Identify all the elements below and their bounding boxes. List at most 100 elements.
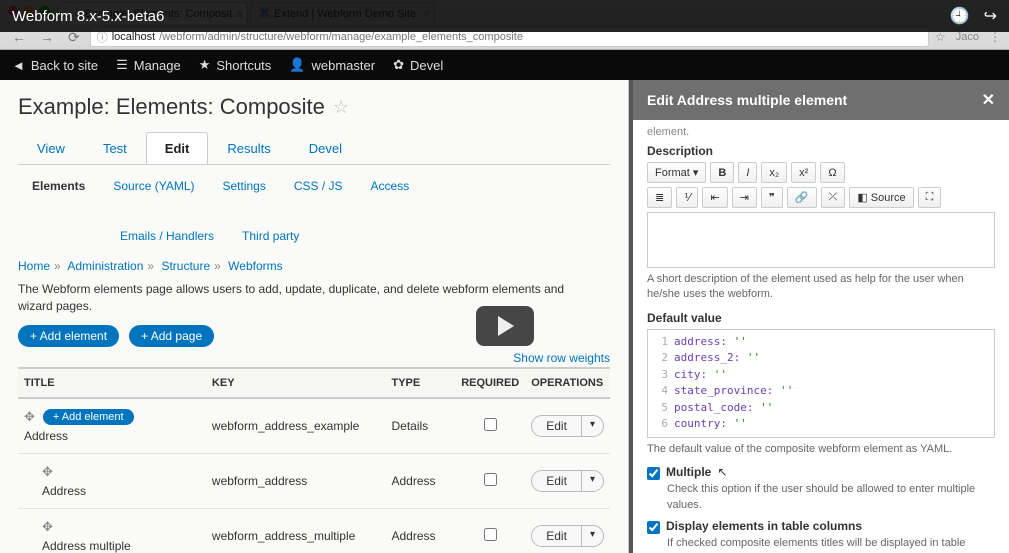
bookmark-star-icon[interactable]: ☆ [935, 30, 946, 44]
elements-table: TITLE KEY TYPE REQUIRED OPERATIONS ✥+ Ad… [18, 367, 610, 553]
breadcrumb-link[interactable]: Structure [161, 259, 210, 273]
primary-tabs: View Test Edit Results Devel [18, 132, 610, 165]
row-type: Address [385, 453, 455, 508]
ck-maximize-icon[interactable]: ⛶ [918, 187, 942, 208]
required-checkbox[interactable] [484, 473, 497, 486]
description-help: A short description of the element used … [647, 272, 995, 303]
subtab-third-party[interactable]: Third party [242, 229, 299, 243]
play-icon [498, 316, 514, 336]
arrow-left-icon: ◄ [12, 58, 25, 73]
ck-number-list-icon[interactable]: ⅟ [676, 187, 698, 208]
description-textarea[interactable] [647, 212, 995, 268]
add-child-element-button[interactable]: + Add element [43, 409, 134, 425]
ck-indent-icon[interactable]: ⇥ [732, 187, 757, 208]
toolbar-manage[interactable]: ☰Manage [116, 57, 181, 73]
url-host: localhost [112, 31, 155, 43]
watch-later-icon[interactable]: 🕘 [950, 6, 970, 26]
ck-source-button[interactable]: ◧ Source [849, 187, 913, 208]
main-content: Example: Elements: Composite ☆ View Test… [0, 80, 629, 553]
ck-format-dropdown[interactable]: Format ▾ [647, 162, 706, 183]
ck-italic-icon[interactable]: I [738, 162, 757, 183]
toolbar-devel[interactable]: ✿Devel [393, 57, 443, 73]
default-value-label: Default value [647, 311, 995, 325]
edit-button[interactable]: Edit [532, 471, 582, 491]
subtab-emails-handlers[interactable]: Emails / Handlers [120, 229, 214, 243]
drag-handle-icon[interactable]: ✥ [24, 409, 35, 425]
ck-outdent-icon[interactable]: ⇤ [702, 187, 727, 208]
row-title: Address [24, 429, 200, 443]
subtab-elements[interactable]: Elements [32, 179, 85, 193]
col-type: TYPE [385, 368, 455, 398]
drag-handle-icon[interactable]: ✥ [42, 464, 53, 480]
chevron-down-icon[interactable]: ▾ [582, 471, 603, 491]
required-checkbox[interactable] [484, 418, 497, 431]
row-title: Address [24, 484, 200, 498]
default-value-help: The default value of the composite webfo… [647, 442, 995, 457]
edit-button[interactable]: Edit [532, 416, 582, 436]
table-columns-checkbox[interactable] [647, 521, 660, 534]
subtab-access[interactable]: Access [371, 179, 410, 193]
ck-bold-icon[interactable]: B [710, 162, 734, 183]
edit-button[interactable]: Edit [532, 526, 582, 546]
tab-edit[interactable]: Edit [146, 132, 209, 164]
close-panel-icon[interactable]: ✕ [982, 90, 995, 110]
multiple-label[interactable]: Multiple [666, 465, 711, 479]
chevron-down-icon[interactable]: ▾ [582, 416, 603, 436]
show-row-weights-link[interactable]: Show row weights [513, 351, 610, 365]
default-value-editor[interactable]: 1address: ''2address_2: ''3city: ''4stat… [647, 329, 995, 438]
ck-subscript-icon[interactable]: x₂ [761, 162, 787, 183]
hamburger-icon: ☰ [116, 57, 128, 73]
multiple-checkbox[interactable] [647, 467, 660, 480]
video-play-button[interactable] [476, 306, 534, 346]
tab-devel[interactable]: Devel [290, 132, 361, 164]
ck-unlink-icon[interactable]: ⤫ [821, 187, 846, 208]
chevron-down-icon[interactable]: ▾ [582, 526, 603, 546]
operations-dropbutton[interactable]: Edit▾ [531, 415, 604, 437]
star-icon: ★ [199, 57, 211, 73]
ck-blockquote-icon[interactable]: ❞ [761, 187, 783, 208]
row-key: webform_address [206, 453, 386, 508]
favorite-star-icon[interactable]: ☆ [333, 97, 349, 118]
row-title: Address multiple [24, 539, 200, 553]
operations-dropbutton[interactable]: Edit▾ [531, 470, 604, 492]
ck-superscript-icon[interactable]: x² [791, 162, 816, 183]
subtab-css-js[interactable]: CSS / JS [294, 179, 343, 193]
table-columns-label[interactable]: Display elements in table columns [666, 519, 862, 533]
tab-test[interactable]: Test [84, 132, 146, 164]
breadcrumb-link[interactable]: Home [18, 259, 50, 273]
video-title-text: Webform 8.x-5.x-beta6 [12, 8, 164, 25]
tab-view[interactable]: View [18, 132, 84, 164]
ck-bullet-list-icon[interactable]: ≣ [647, 187, 672, 208]
subtab-source-yaml[interactable]: Source (YAML) [113, 179, 194, 193]
description-label: Description [647, 144, 995, 158]
add-element-button[interactable]: + Add element [18, 325, 119, 347]
col-operations: OPERATIONS [525, 368, 610, 398]
breadcrumb: Home» Administration» Structure» Webform… [18, 259, 610, 273]
table-columns-help: If checked composite elements titles wil… [667, 536, 995, 553]
account-label[interactable]: Jaco [956, 31, 979, 43]
multiple-help: Check this option if the user should be … [667, 482, 995, 513]
toolbar-shortcuts[interactable]: ★Shortcuts [199, 57, 272, 73]
breadcrumb-link[interactable]: Administration [67, 259, 143, 273]
subtab-settings[interactable]: Settings [223, 179, 266, 193]
ckeditor-toolbar-2: ≣ ⅟ ⇤ ⇥ ❞ 🔗 ⤫ ◧ Source ⛶ [647, 187, 995, 208]
required-checkbox[interactable] [484, 528, 497, 541]
row-key: webform_address_multiple [206, 508, 386, 553]
table-row: ✥ Address multiple webform_address_multipl… [18, 508, 610, 553]
ck-special-char-icon[interactable]: Ω [820, 162, 844, 183]
add-page-button[interactable]: + Add page [129, 325, 214, 347]
toolbar-back-to-site[interactable]: ◄Back to site [12, 58, 98, 73]
tab-results[interactable]: Results [208, 132, 289, 164]
cursor-icon: ↖ [717, 465, 727, 479]
truncated-label: element. [647, 126, 995, 138]
menu-icon[interactable]: ⋮ [989, 30, 1001, 44]
breadcrumb-link[interactable]: Webforms [228, 259, 282, 273]
toolbar-user[interactable]: 👤webmaster [289, 57, 375, 73]
row-type: Details [385, 398, 455, 454]
table-row: ✥+ Add elementAddresswebform_address_exa… [18, 398, 610, 454]
share-icon[interactable]: ↪ [984, 6, 997, 26]
ck-link-icon[interactable]: 🔗 [787, 187, 817, 208]
drag-handle-icon[interactable]: ✥ [42, 519, 53, 535]
operations-dropbutton[interactable]: Edit▾ [531, 525, 604, 547]
row-type: Address [385, 508, 455, 553]
